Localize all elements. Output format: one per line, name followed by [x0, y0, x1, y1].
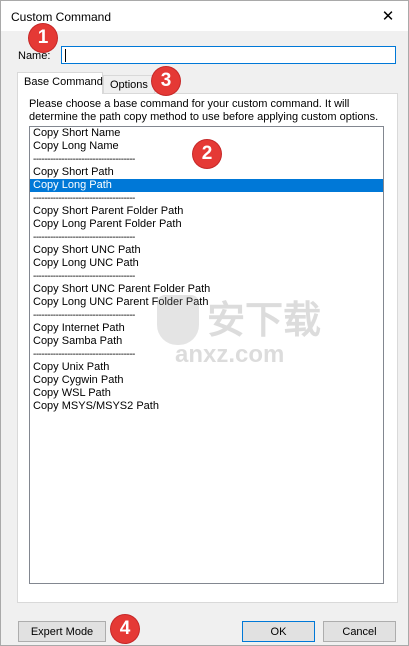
- tab-base-command[interactable]: Base Command: [17, 72, 103, 94]
- list-item[interactable]: Copy Short Name: [30, 127, 383, 140]
- list-item[interactable]: Copy Cygwin Path: [30, 374, 383, 387]
- base-command-list[interactable]: Copy Short Name Copy Long Name -----------…: [29, 126, 384, 584]
- name-input[interactable]: [61, 46, 396, 64]
- expert-mode-button[interactable]: Expert Mode: [18, 621, 106, 642]
- window-title: Custom Command: [11, 10, 112, 24]
- list-separator: ------------------------------------: [33, 193, 135, 204]
- list-item[interactable]: Copy Short UNC Parent Folder Path: [30, 283, 383, 296]
- name-label: Name:: [18, 50, 51, 62]
- list-separator: ------------------------------------: [33, 232, 135, 243]
- annotation-badge-1: 1: [29, 24, 57, 52]
- list-item[interactable]: Copy Unix Path: [30, 361, 383, 374]
- annotation-badge-4: 4: [111, 615, 139, 643]
- title-bar[interactable]: Custom Command ✕: [1, 1, 408, 31]
- cancel-button[interactable]: Cancel: [323, 621, 396, 642]
- list-item[interactable]: Copy MSYS/MSYS2 Path: [30, 400, 383, 413]
- base-command-description: Please choose a base command for your cu…: [29, 98, 379, 123]
- list-separator: ------------------------------------: [33, 310, 135, 321]
- list-item[interactable]: Copy Short Parent Folder Path: [30, 205, 383, 218]
- list-item[interactable]: Copy Samba Path: [30, 335, 383, 348]
- list-separator: ------------------------------------: [33, 349, 135, 360]
- list-item[interactable]: Copy Long Path: [30, 179, 383, 192]
- tab-options[interactable]: Options: [103, 75, 155, 95]
- base-command-panel: Please choose a base command for your cu…: [17, 93, 398, 603]
- list-item[interactable]: Copy Short UNC Path: [30, 244, 383, 257]
- annotation-badge-2: 2: [193, 140, 221, 168]
- list-item[interactable]: Copy Long UNC Parent Folder Path: [30, 296, 383, 309]
- ok-button[interactable]: OK: [242, 621, 315, 642]
- list-item[interactable]: Copy Long UNC Path: [30, 257, 383, 270]
- close-icon[interactable]: ✕: [368, 1, 408, 31]
- list-item[interactable]: Copy Internet Path: [30, 322, 383, 335]
- text-caret: [65, 49, 66, 62]
- annotation-badge-3: 3: [152, 67, 180, 95]
- list-separator: ------------------------------------: [33, 271, 135, 282]
- list-item[interactable]: Copy WSL Path: [30, 387, 383, 400]
- custom-command-dialog: Custom Command ✕ Name: Base Command Opti…: [0, 0, 409, 646]
- list-item[interactable]: Copy Long Parent Folder Path: [30, 218, 383, 231]
